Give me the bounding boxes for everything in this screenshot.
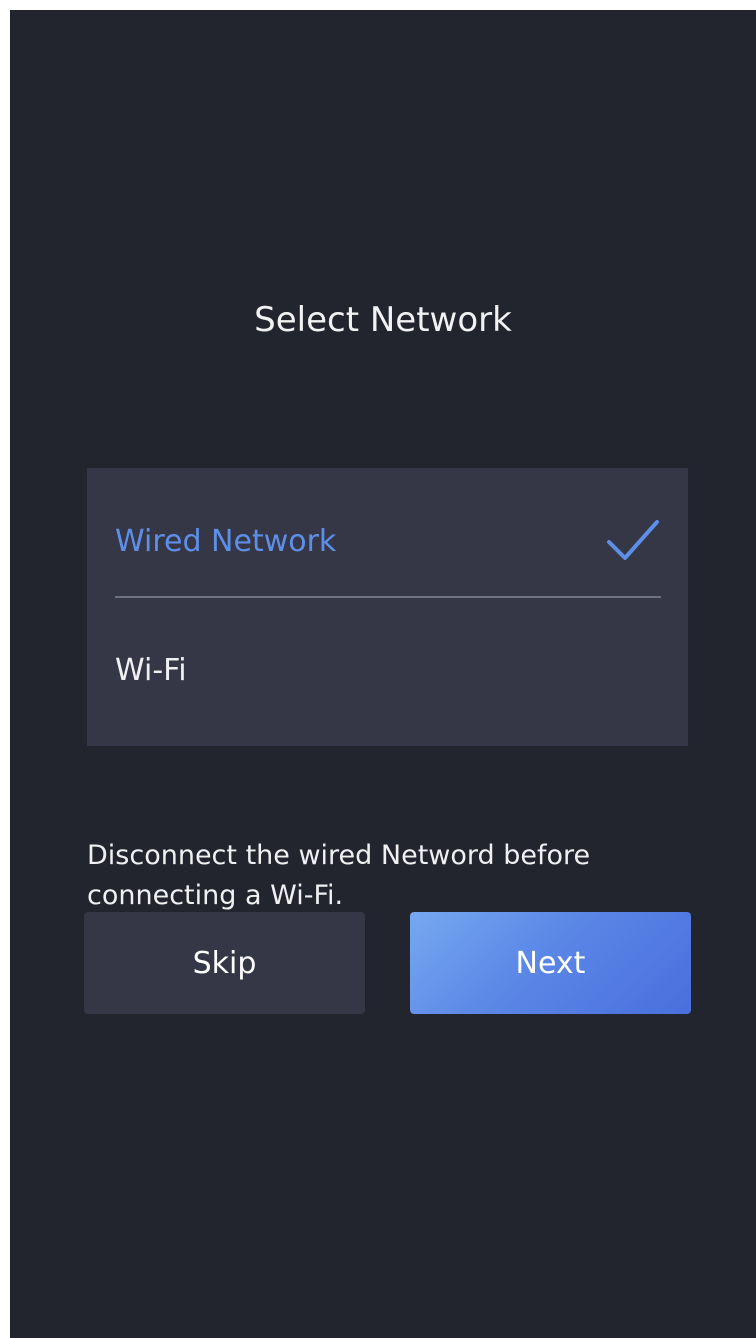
skip-button[interactable]: Skip bbox=[84, 912, 365, 1014]
network-option-label: Wired Network bbox=[115, 524, 337, 559]
page-title: Select Network bbox=[254, 300, 512, 340]
next-button[interactable]: Next bbox=[410, 912, 691, 1014]
select-network-screen: Select Network Wired Network Wi-Fi Disco… bbox=[10, 10, 756, 1338]
network-option-wired[interactable]: Wired Network bbox=[115, 512, 661, 572]
network-option-wifi[interactable]: Wi-Fi bbox=[115, 641, 661, 701]
network-option-label: Wi-Fi bbox=[115, 653, 187, 688]
option-divider bbox=[115, 596, 661, 598]
network-options-panel: Wired Network Wi-Fi bbox=[87, 468, 688, 746]
disconnect-note: Disconnect the wired Netword before conn… bbox=[87, 840, 591, 911]
checkmark-icon bbox=[607, 520, 659, 560]
